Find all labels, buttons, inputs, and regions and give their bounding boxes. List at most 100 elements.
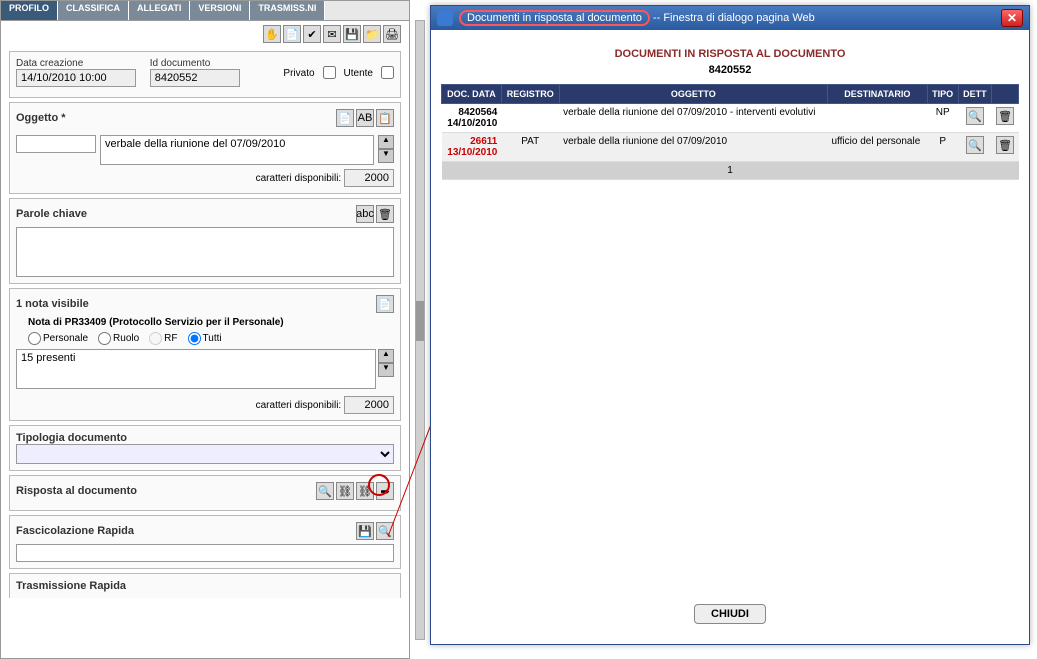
row-tipo: P <box>927 133 958 162</box>
tab-versioni[interactable]: VERSIONI <box>190 1 250 20</box>
detail-icon[interactable]: 🔍 <box>966 107 984 125</box>
row-docid: 8420564 <box>446 107 498 118</box>
dialog-docnum: 8420552 <box>441 64 1019 76</box>
doc-icon[interactable]: 📄 <box>283 25 301 43</box>
fasc-save-icon[interactable]: 💾 <box>356 522 374 540</box>
radio-ruolo[interactable]: Ruolo <box>98 332 139 345</box>
oggetto-ab-icon[interactable]: AB <box>356 109 374 127</box>
row-dest: ufficio del personale <box>827 133 927 162</box>
radio-rf[interactable]: RF <box>149 332 177 345</box>
chiudi-button[interactable]: CHIUDI <box>694 604 766 624</box>
docid-label: Id documento <box>150 58 276 69</box>
trash-icon[interactable]: 🗑 <box>376 205 394 223</box>
dialog-titlebar[interactable]: Documenti in risposta al documento -- Fi… <box>431 6 1029 30</box>
row-registro: PAT <box>501 133 559 162</box>
pager-row: 1 <box>442 162 1019 180</box>
arrow-right-icon[interactable]: ➡ <box>376 482 394 500</box>
table-row[interactable]: 2661113/10/2010PATverbale della riunione… <box>442 133 1019 162</box>
note-up-icon[interactable]: ▲ <box>378 349 394 363</box>
creation-label: Data creazione <box>16 58 142 69</box>
oggetto-label: Oggetto * <box>16 112 66 124</box>
response-dialog: Documenti in risposta al documento -- Fi… <box>430 5 1030 645</box>
col-docdata: DOC. DATA <box>442 85 502 104</box>
pager: 1 <box>442 162 1019 180</box>
col-del <box>992 85 1019 104</box>
oggetto-section: Oggetto * 📄 AB 📋 verbale della riunione … <box>9 102 401 194</box>
table-header-row: DOC. DATA REGISTRO OGGETTO DESTINATARIO … <box>442 85 1019 104</box>
privato-label: Privato <box>283 68 314 79</box>
trasm-label: Trasmissione Rapida <box>16 580 126 592</box>
tipologia-label: Tipologia documento <box>16 432 127 444</box>
tipologia-select[interactable] <box>16 444 394 464</box>
creation-value <box>16 69 136 87</box>
col-tipo: TIPO <box>927 85 958 104</box>
fasc-input[interactable] <box>16 544 394 562</box>
folder-icon[interactable]: 📁 <box>363 25 381 43</box>
oggetto-down-icon[interactable]: ▼ <box>378 149 394 163</box>
oggetto-prefix-input[interactable] <box>16 135 96 153</box>
privato-checkbox[interactable] <box>323 66 336 79</box>
dialog-title-highlight: Documenti in risposta al documento <box>459 10 650 26</box>
parole-section: Parole chiave abc 🗑 <box>9 198 401 284</box>
check-icon[interactable]: ✔ <box>303 25 321 43</box>
col-destinatario: DESTINATARIO <box>827 85 927 104</box>
docid-value <box>150 69 240 87</box>
chain-icon[interactable]: ⛓ <box>356 482 374 500</box>
utente-label: Utente <box>344 68 373 79</box>
radio-personale[interactable]: Personale <box>28 332 88 345</box>
parole-label: Parole chiave <box>16 208 87 220</box>
note-line: Nota di PR33409 (Protocollo Servizio per… <box>28 317 394 328</box>
col-oggetto: OGGETTO <box>559 85 827 104</box>
oggetto-up-icon[interactable]: ▲ <box>378 135 394 149</box>
row-date: 13/10/2010 <box>446 147 498 158</box>
delete-icon[interactable]: 🗑 <box>996 107 1014 125</box>
table-row[interactable]: 842056414/10/2010verbale della riunione … <box>442 104 1019 133</box>
hand-icon[interactable]: ✋ <box>263 25 281 43</box>
delete-icon[interactable]: 🗑 <box>996 136 1014 154</box>
radio-tutti[interactable]: Tutti <box>188 332 222 345</box>
abc-icon[interactable]: abc <box>356 205 374 223</box>
doc-meta-section: Data creazione Id documento Privato Uten… <box>9 51 401 98</box>
tab-trasmissioni[interactable]: TRASMISS.NI <box>250 1 325 20</box>
chars-value <box>344 169 394 187</box>
scrollbar-thumb[interactable] <box>416 301 424 341</box>
top-toolbar: ✋ 📄 ✔ ✉ 💾 📁 🖨 <box>1 21 409 47</box>
chars-label: caratteri disponibili: <box>256 173 342 184</box>
oggetto-textarea[interactable]: verbale della riunione del 07/09/2010 <box>100 135 374 165</box>
tab-profilo[interactable]: PROFILO <box>1 1 58 20</box>
mail-icon[interactable]: ✉ <box>323 25 341 43</box>
tab-bar: PROFILO CLASSIFICA ALLEGATI VERSIONI TRA… <box>1 1 409 21</box>
risposta-section: Risposta al documento 🔍 ⛓ ⛓ ➡ <box>9 475 401 511</box>
fasc-search-icon[interactable]: 🔍 <box>376 522 394 540</box>
tab-classifica[interactable]: CLASSIFICA <box>58 1 129 20</box>
note-chars-value <box>344 396 394 414</box>
response-table: DOC. DATA REGISTRO OGGETTO DESTINATARIO … <box>441 84 1019 180</box>
profile-panel: PROFILO CLASSIFICA ALLEGATI VERSIONI TRA… <box>0 0 410 659</box>
oggetto-copy-icon[interactable]: 📋 <box>376 109 394 127</box>
close-icon[interactable]: ✕ <box>1001 9 1023 27</box>
note-section: 1 nota visibile 📄 Nota di PR33409 (Proto… <box>9 288 401 421</box>
note-chars-label: caratteri disponibili: <box>256 400 342 411</box>
save-icon[interactable]: 💾 <box>343 25 361 43</box>
tab-allegati[interactable]: ALLEGATI <box>129 1 190 20</box>
tipologia-section: Tipologia documento <box>9 425 401 471</box>
detail-icon[interactable]: 🔍 <box>966 136 984 154</box>
utente-checkbox[interactable] <box>381 66 394 79</box>
trasm-section: Trasmissione Rapida <box>9 573 401 598</box>
parole-listbox[interactable] <box>16 227 394 277</box>
row-date: 14/10/2010 <box>446 118 498 129</box>
row-tipo: NP <box>927 104 958 133</box>
search-icon[interactable]: 🔍 <box>316 482 334 500</box>
dialog-body: DOCUMENTI IN RISPOSTA AL DOCUMENTO 84205… <box>431 30 1029 644</box>
note-doc-icon[interactable]: 📄 <box>376 295 394 313</box>
scrollbar[interactable] <box>415 20 425 640</box>
note-textarea[interactable]: 15 presenti <box>16 349 376 389</box>
note-down-icon[interactable]: ▼ <box>378 363 394 377</box>
row-oggetto: verbale della riunione del 07/09/2010 <box>559 133 827 162</box>
ie-icon <box>437 10 453 26</box>
print-icon[interactable]: 🖨 <box>383 25 401 43</box>
fasc-label: Fascicolazione Rapida <box>16 525 134 537</box>
link-icon[interactable]: ⛓ <box>336 482 354 500</box>
col-dett: DETT <box>958 85 992 104</box>
oggetto-doc-icon[interactable]: 📄 <box>336 109 354 127</box>
